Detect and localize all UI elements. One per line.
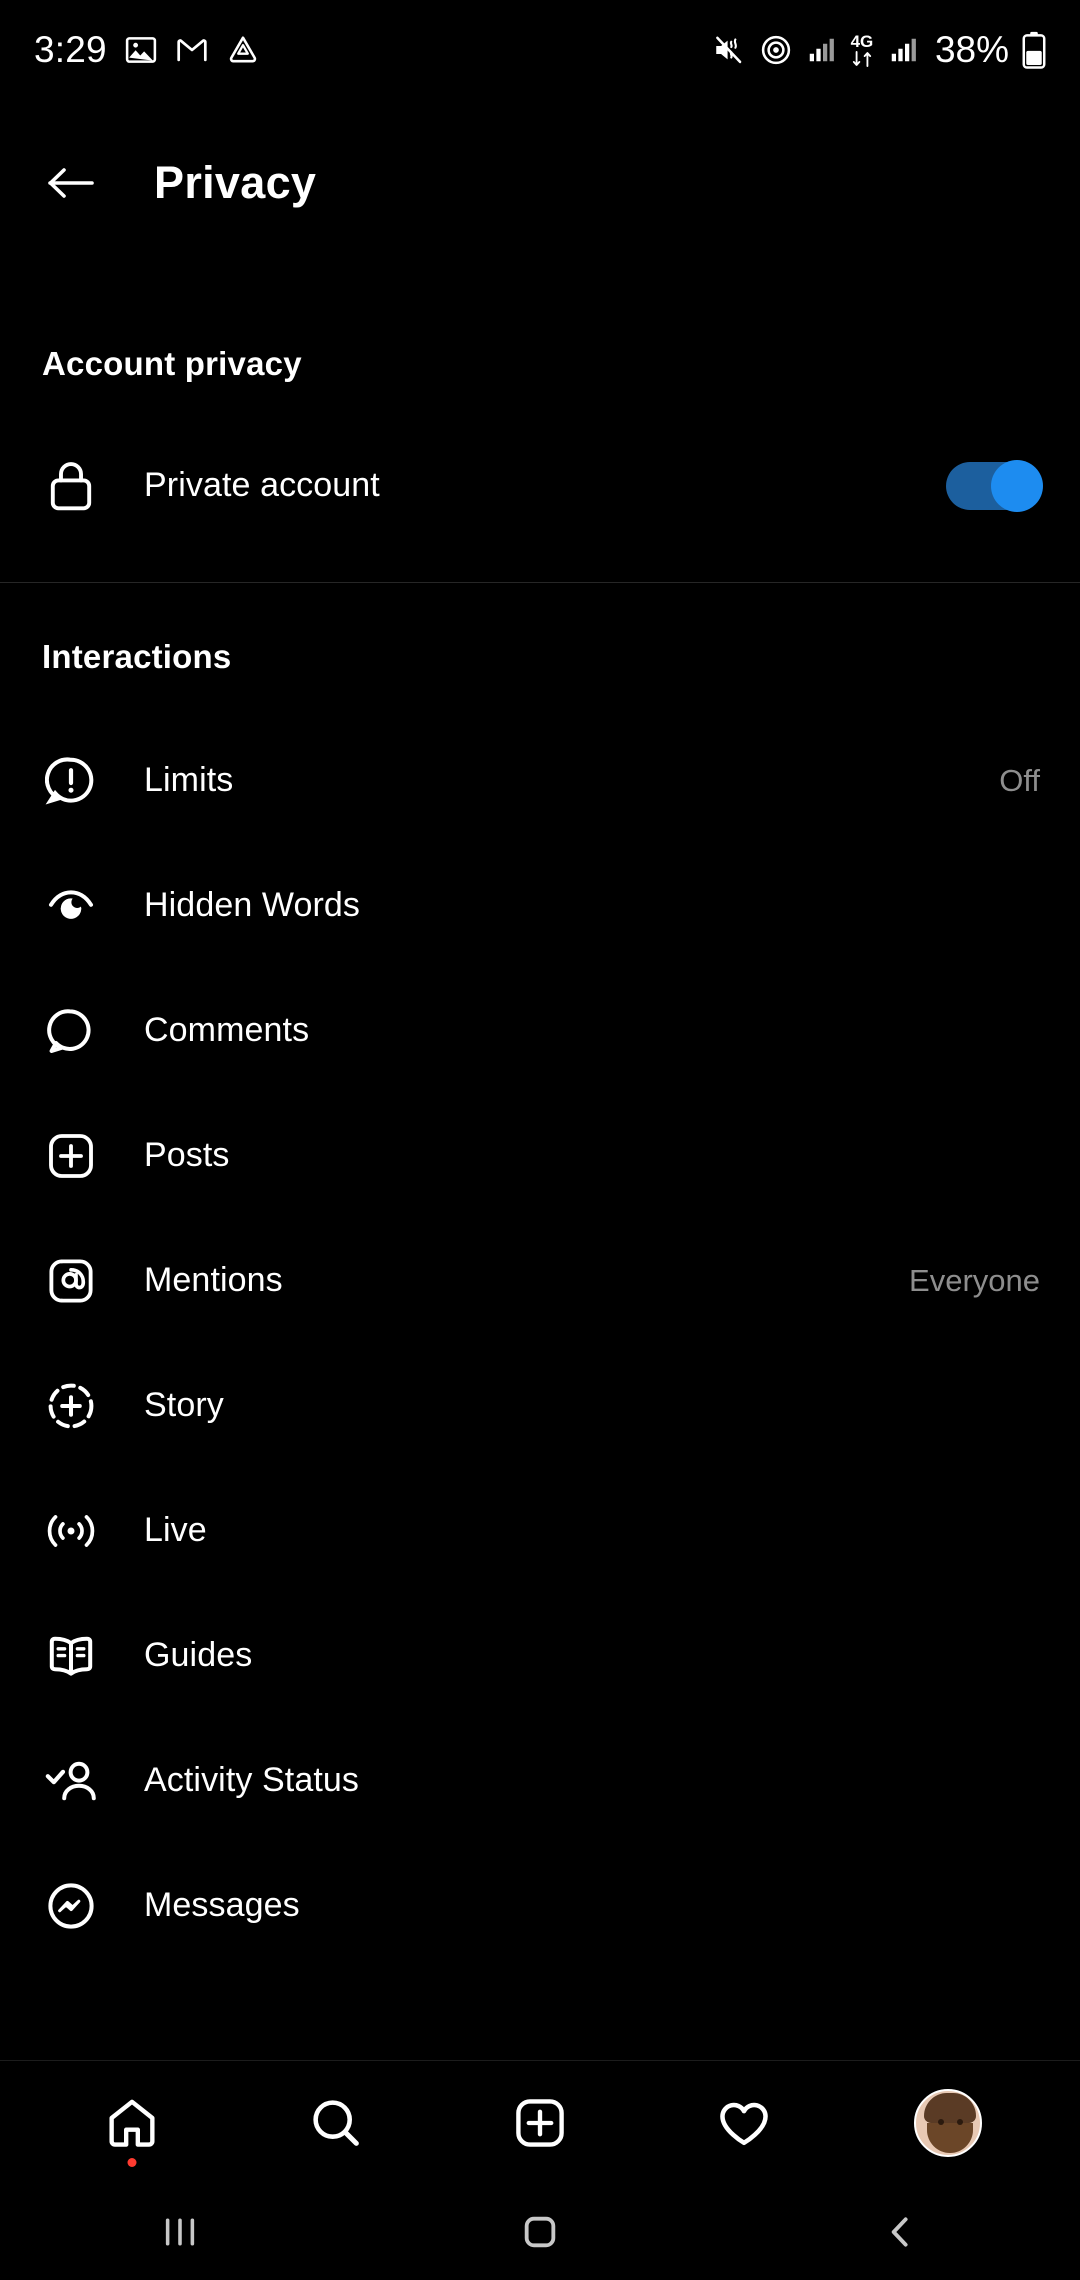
avatar-eye-right [957,2118,963,2125]
avatar [914,2088,982,2157]
nav-item-home[interactable] [84,2075,180,2171]
photos-icon [124,33,158,67]
recents-icon[interactable] [120,2184,240,2280]
row-label-mentions: Mentions [144,1261,283,1299]
posts-icon [40,1131,102,1181]
row-label-limits: Limits [144,761,234,799]
hidden-words-icon [40,880,102,932]
back-chevron-icon[interactable] [840,2184,960,2280]
mute-vibrate-icon [712,33,746,67]
row-hidden-words[interactable]: Hidden Words [0,843,1080,968]
account-privacy-section: Account privacy Private account [0,345,1080,583]
row-label-posts: Posts [144,1136,230,1174]
row-posts[interactable]: Posts [0,1093,1080,1218]
battery-icon [1022,31,1046,69]
interactions-list: Limits Off Hidden Words Comments Posts M… [0,718,1080,1968]
data-transfer-icon: 4G [849,33,875,68]
bottom-navigation-bar [0,2060,1080,2184]
live-icon [40,1507,102,1555]
row-limits[interactable]: Limits Off [0,718,1080,843]
drive-icon [226,33,260,67]
row-label-live: Live [144,1511,207,1549]
battery-percentage-label: 38% [934,29,1009,70]
row-comments[interactable]: Comments [0,968,1080,1093]
avatar-beard [927,2122,973,2153]
nav-item-activity[interactable] [696,2075,792,2171]
row-label-hidden-words: Hidden Words [144,886,361,924]
row-label-guides: Guides [144,1636,253,1674]
signal-bars-icon [806,35,836,65]
row-private-account[interactable]: Private account [0,423,1080,548]
limits-icon [40,755,102,807]
android-navigation-bar [0,2184,1080,2280]
row-value-limits: Off [999,762,1040,798]
section-title-interactions: Interactions [42,638,232,675]
hotspot-icon [759,33,793,67]
row-label-story: Story [144,1386,224,1424]
private-account-toggle[interactable] [946,459,1043,512]
network-type-label: 4G [850,31,874,51]
lock-icon [40,460,102,512]
row-label-private-account: Private account [144,466,380,504]
section-title-account-privacy: Account privacy [42,345,302,382]
comment-icon [40,1005,102,1057]
back-button[interactable] [40,152,102,214]
row-activity-status[interactable]: Activity Status [0,1718,1080,1843]
row-mentions[interactable]: Mentions Everyone [0,1218,1080,1343]
section-divider [0,582,1080,583]
home-notification-badge [127,2157,137,2167]
interactions-section: Interactions Limits Off Hidden Words Com… [0,638,1080,1968]
guides-icon [40,1632,102,1680]
row-messages[interactable]: Messages [0,1843,1080,1968]
status-bar-right: 4G 38% [712,29,1046,71]
signal-bars-2-icon [888,35,918,65]
row-guides[interactable]: Guides [0,1593,1080,1718]
toggle-knob [991,459,1043,512]
gmail-icon [175,33,209,67]
row-value-mentions: Everyone [909,1262,1040,1298]
status-bar-clock: 3:29 [34,29,107,70]
avatar-hair [924,2092,976,2123]
row-story[interactable]: Story [0,1343,1080,1468]
avatar-eye-left [938,2118,944,2125]
activity-status-icon [40,1757,102,1805]
row-label-activity-status: Activity Status [144,1761,360,1799]
page-title: Privacy [154,157,317,208]
privacy-settings-screen: 3:29 4G 38% Privacy Account privacy Priv… [0,0,1080,2280]
page-header: Privacy [0,128,1080,238]
messages-icon [40,1880,102,1932]
row-label-comments: Comments [144,1011,310,1049]
status-bar: 3:29 4G 38% [0,0,1080,100]
story-icon [40,1380,102,1432]
status-bar-left: 3:29 [34,29,260,71]
home-square-icon[interactable] [480,2184,600,2280]
nav-item-search[interactable] [288,2075,384,2171]
nav-item-profile[interactable] [900,2075,996,2171]
row-label-messages: Messages [144,1886,300,1924]
mentions-icon [40,1256,102,1306]
nav-item-create[interactable] [492,2075,588,2171]
row-live[interactable]: Live [0,1468,1080,1593]
